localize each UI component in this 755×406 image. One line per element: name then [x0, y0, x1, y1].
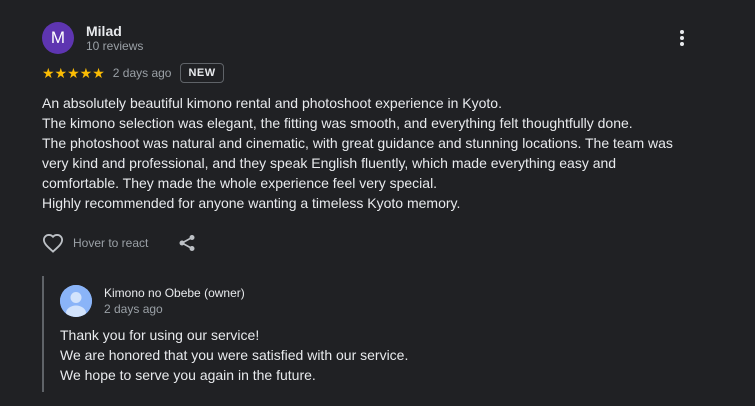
- reply-text-line: Thank you for using our service!: [60, 327, 260, 343]
- review-date: 2 days ago: [112, 66, 172, 80]
- review-card: M Milad 10 reviews ★★★★★ 2 days ago NEW …: [0, 0, 755, 406]
- reply-text-line: We hope to serve you again in the future…: [60, 367, 316, 383]
- review-text-line: The kimono selection was elegant, the fi…: [42, 115, 633, 131]
- review-text-line: Highly recommended for anyone wanting a …: [42, 195, 461, 211]
- star-rating: ★★★★★: [42, 65, 105, 81]
- review-text-line: The photoshoot was natural and cinematic…: [42, 135, 673, 151]
- rating-row: ★★★★★ 2 days ago NEW: [42, 63, 224, 83]
- author-avatar[interactable]: M: [42, 22, 74, 54]
- owner-reply-date: 2 days ago: [104, 302, 163, 316]
- heart-outline-icon: [42, 233, 64, 253]
- owner-reply-text: Thank you for using our service! We are …: [60, 325, 408, 385]
- react-button[interactable]: Hover to react: [42, 233, 148, 253]
- more-options-icon[interactable]: [672, 28, 692, 48]
- review-text: An absolutely beautiful kimono rental an…: [42, 93, 692, 213]
- review-text-line: An absolutely beautiful kimono rental an…: [42, 95, 502, 111]
- review-text-line: comfortable. They made the whole experie…: [42, 175, 438, 191]
- author-review-count: 10 reviews: [86, 39, 144, 53]
- review-text-line: very kind and professional, and they spe…: [42, 155, 617, 171]
- new-badge: NEW: [180, 63, 224, 83]
- reply-divider: [42, 276, 44, 392]
- share-icon[interactable]: [178, 234, 196, 252]
- owner-avatar[interactable]: [60, 285, 92, 317]
- person-icon: [60, 285, 92, 317]
- author-name[interactable]: Milad: [86, 23, 122, 39]
- reply-text-line: We are honored that you were satisfied w…: [60, 347, 409, 363]
- owner-name[interactable]: Kimono no Obebe (owner): [104, 286, 245, 300]
- react-label: Hover to react: [73, 236, 149, 250]
